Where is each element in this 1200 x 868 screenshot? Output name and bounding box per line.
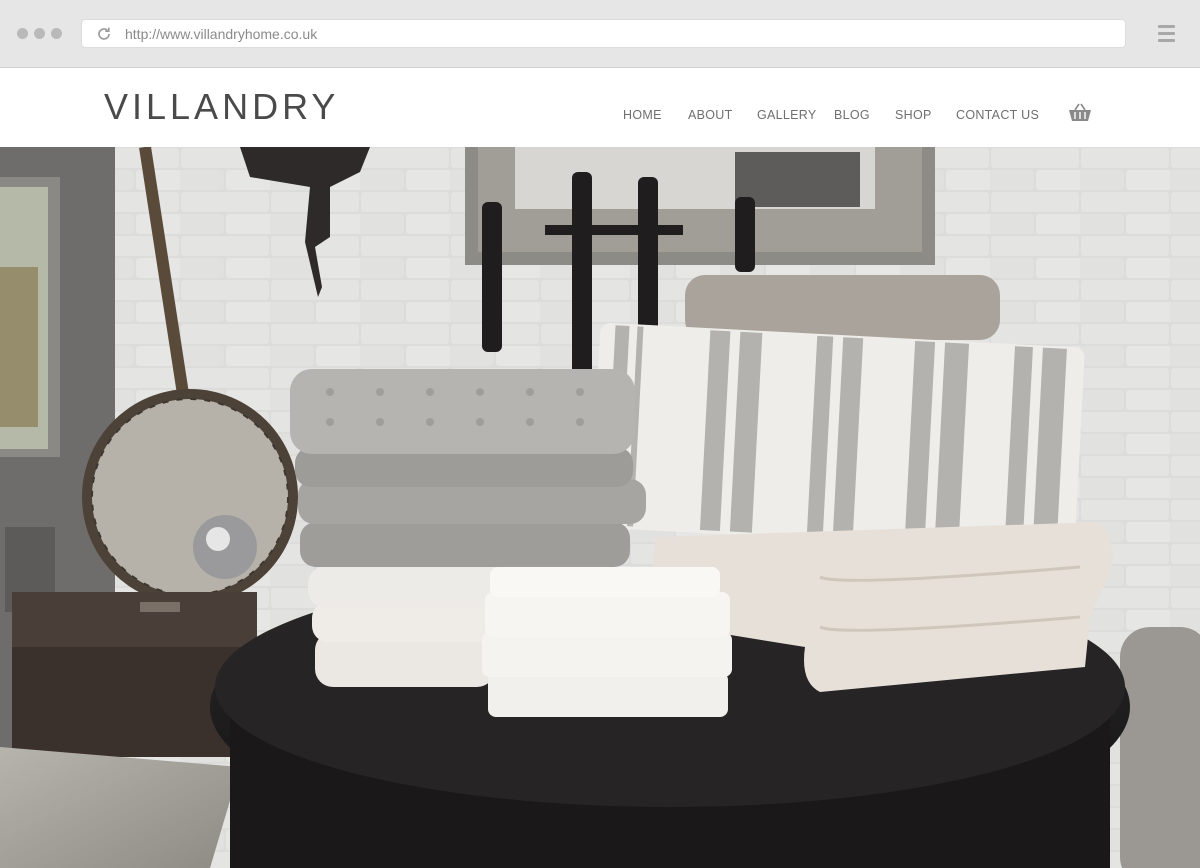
nav-home[interactable]: HOME — [623, 108, 662, 122]
window-controls — [17, 28, 62, 39]
hamburger-menu-icon[interactable] — [1158, 25, 1175, 43]
window-close-dot[interactable] — [17, 28, 28, 39]
address-bar-url[interactable]: http://www.villandryhome.co.uk — [125, 26, 317, 42]
window-minimize-dot[interactable] — [34, 28, 45, 39]
window-maximize-dot[interactable] — [51, 28, 62, 39]
nav-contact-us[interactable]: CONTACT US — [956, 108, 1039, 122]
site-header: VILLANDRY HOME ABOUT GALLERY BLOG SHOP C… — [0, 68, 1200, 147]
address-bar[interactable]: http://www.villandryhome.co.uk — [81, 19, 1126, 48]
hero-photo — [0, 147, 1200, 868]
nav-gallery[interactable]: GALLERY — [757, 108, 817, 122]
main-nav: HOME ABOUT GALLERY BLOG SHOP CONTACT US — [0, 108, 1200, 128]
nav-blog[interactable]: BLOG — [834, 108, 870, 122]
basket-icon[interactable] — [1068, 102, 1092, 122]
nav-about[interactable]: ABOUT — [688, 108, 733, 122]
browser-toolbar: http://www.villandryhome.co.uk — [0, 0, 1200, 68]
nav-shop[interactable]: SHOP — [895, 108, 932, 122]
reload-icon[interactable] — [96, 26, 112, 42]
